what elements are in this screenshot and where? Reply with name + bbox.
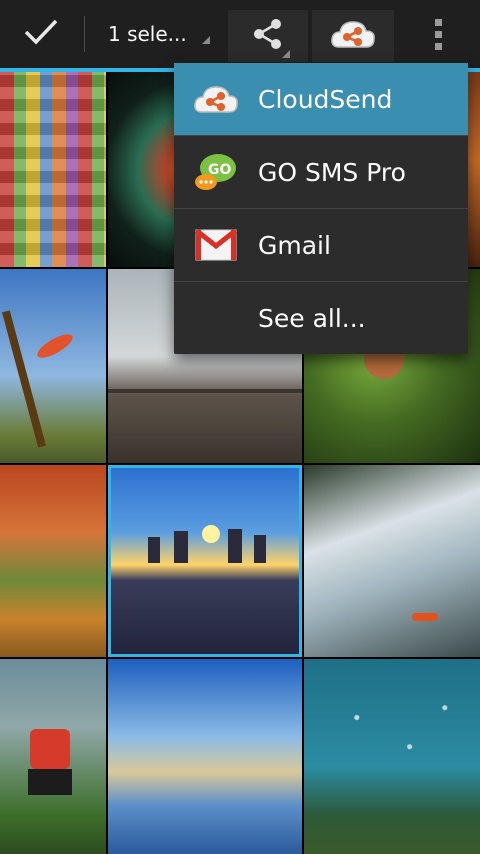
share-icon [250,16,286,56]
cloudsend-icon [174,63,258,135]
photo-thumbnail[interactable] [0,269,106,463]
cloudsend-button[interactable] [312,10,394,62]
cloudsend-icon [329,17,377,55]
share-item-gmail[interactable]: Gmail [174,209,468,281]
overflow-menu-button[interactable] [412,0,464,68]
share-item-label: See all... [258,303,366,333]
share-item-cloudsend[interactable]: CloudSend [174,63,468,135]
checkmark-icon [23,17,59,51]
selection-dropdown[interactable]: 1 sele... [86,0,220,68]
divider [84,16,85,52]
share-item-label: Gmail [258,230,331,260]
action-bar: 1 sele... [0,0,480,72]
go-sms-pro-icon: GO [174,136,258,208]
photo-thumbnail[interactable] [304,659,480,854]
photo-thumbnail[interactable] [108,659,302,854]
share-item-label: GO SMS Pro [258,157,406,187]
share-menu-popup: CloudSend GO GO SMS Pro Gmail See all... [174,63,468,354]
dropdown-corner-icon [282,50,290,58]
selection-count-label: 1 sele... [108,22,187,46]
share-item-go-sms-pro[interactable]: GO GO SMS Pro [174,136,468,208]
done-button[interactable] [0,0,82,68]
share-button[interactable] [228,10,308,62]
gmail-icon [174,209,258,281]
photo-thumbnail[interactable] [0,72,106,267]
share-item-see-all[interactable]: See all... [174,282,468,354]
overflow-menu-icon [434,18,442,26]
dropdown-corner-icon [202,36,210,44]
photo-thumbnail[interactable] [0,465,106,657]
photo-thumbnail[interactable] [0,659,106,854]
photo-thumbnail[interactable] [304,465,480,657]
photo-thumbnail-selected[interactable] [108,465,302,657]
share-item-label: CloudSend [258,84,393,114]
